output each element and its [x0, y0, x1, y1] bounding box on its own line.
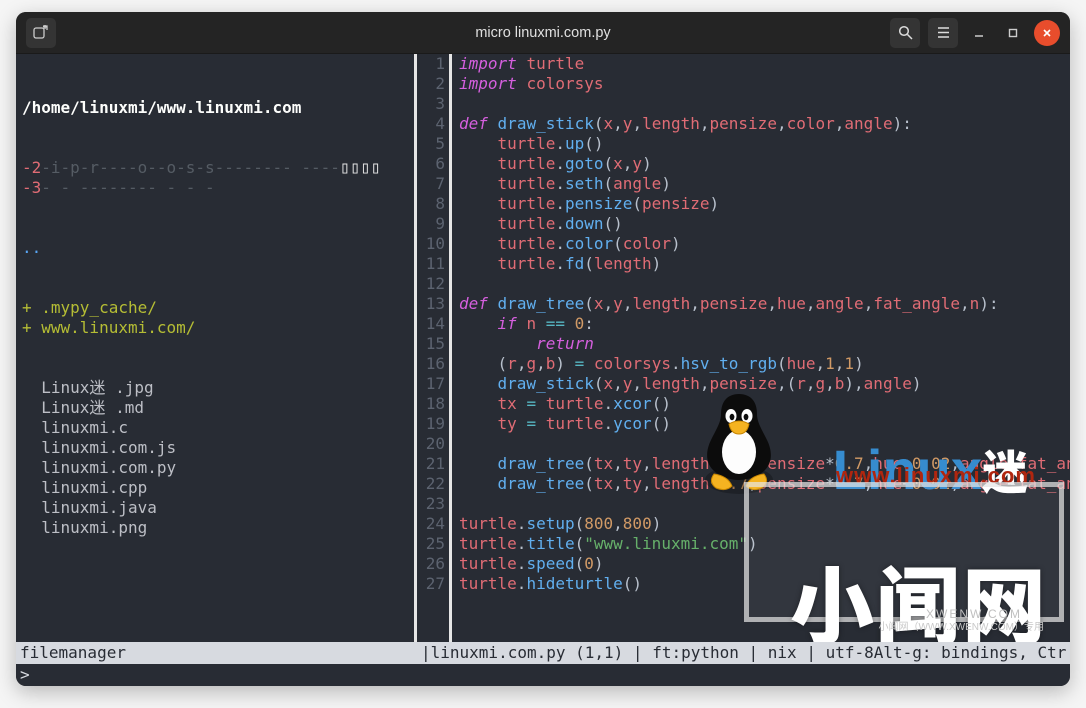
window-title: micro linuxmi.com.py: [216, 25, 870, 41]
status-left: filemanager: [16, 642, 411, 664]
line-number: 2: [421, 74, 445, 94]
line-number: 21: [421, 454, 445, 474]
line-number: 17: [421, 374, 445, 394]
fm-directory[interactable]: + www.linuxmi.com/: [22, 318, 405, 338]
code-line[interactable]: turtle.pensize(pensize): [459, 194, 1070, 214]
titlebar: micro linuxmi.com.py: [16, 12, 1070, 54]
line-number: 12: [421, 274, 445, 294]
code-line[interactable]: [459, 494, 1070, 514]
fm-file[interactable]: Linux迷 .jpg: [22, 378, 405, 398]
code-line[interactable]: if n == 0:: [459, 314, 1070, 334]
line-number: 23: [421, 494, 445, 514]
line-number: 14: [421, 314, 445, 334]
code-line[interactable]: import colorsys: [459, 74, 1070, 94]
line-number: 25: [421, 534, 445, 554]
code-line[interactable]: return: [459, 334, 1070, 354]
maximize-button[interactable]: [1000, 20, 1026, 46]
code-line[interactable]: turtle.fd(length): [459, 254, 1070, 274]
code-line[interactable]: draw_stick(x,y,length,pensize,(r,g,b),an…: [459, 374, 1070, 394]
line-number: 1: [421, 54, 445, 74]
search-icon: [898, 25, 913, 40]
line-number: 5: [421, 134, 445, 154]
code-pane[interactable]: 1234567891011121314151617181920212223242…: [421, 54, 1070, 642]
line-number: 22: [421, 474, 445, 494]
maximize-icon: [1007, 27, 1019, 39]
line-number: 15: [421, 334, 445, 354]
fm-file[interactable]: linuxmi.com.js: [22, 438, 405, 458]
code-line[interactable]: def draw_tree(x,y,length,pensize,hue,ang…: [459, 294, 1070, 314]
code-line[interactable]: turtle.title("www.linuxmi.com"): [459, 534, 1070, 554]
filemanager-pane[interactable]: /home/linuxmi/www.linuxmi.com -2-i-p-r--…: [16, 54, 411, 642]
line-number: 16: [421, 354, 445, 374]
code-line[interactable]: tx = turtle.xcor(): [459, 394, 1070, 414]
new-tab-button[interactable]: [26, 18, 56, 48]
line-number: 24: [421, 514, 445, 534]
code-line[interactable]: [459, 94, 1070, 114]
code-line[interactable]: import turtle: [459, 54, 1070, 74]
code-line[interactable]: def draw_stick(x,y,length,pensize,color,…: [459, 114, 1070, 134]
line-number: 8: [421, 194, 445, 214]
line-number: 18: [421, 394, 445, 414]
code-line[interactable]: turtle.goto(x,y): [459, 154, 1070, 174]
pane-divider[interactable]: [411, 54, 421, 642]
fm-directory[interactable]: + .mypy_cache/: [22, 298, 405, 318]
code-line[interactable]: turtle.seth(angle): [459, 174, 1070, 194]
editor-panes: /home/linuxmi/www.linuxmi.com -2-i-p-r--…: [16, 54, 1070, 642]
code-line[interactable]: turtle.setup(800,800): [459, 514, 1070, 534]
code-line[interactable]: turtle.color(color): [459, 234, 1070, 254]
status-right: |linuxmi.com.py (1,1) | ft:python | nix …: [421, 642, 1070, 664]
code-line[interactable]: turtle.up(): [459, 134, 1070, 154]
minimize-icon: [973, 27, 985, 39]
code-line[interactable]: ty = turtle.ycor(): [459, 414, 1070, 434]
line-number: 13: [421, 294, 445, 314]
search-button[interactable]: [890, 18, 920, 48]
code-area[interactable]: import turtleimport colorsys def draw_st…: [457, 54, 1070, 642]
fm-file[interactable]: linuxmi.cpp: [22, 478, 405, 498]
close-button[interactable]: [1034, 20, 1060, 46]
code-line[interactable]: [459, 274, 1070, 294]
line-number: 20: [421, 434, 445, 454]
line-number: 3: [421, 94, 445, 114]
fm-file[interactable]: linuxmi.c: [22, 418, 405, 438]
fm-file[interactable]: linuxmi.png: [22, 518, 405, 538]
fm-parent-dir[interactable]: ..: [22, 238, 405, 258]
gutter-separator: [447, 54, 457, 642]
line-number: 7: [421, 174, 445, 194]
line-number: 27: [421, 574, 445, 594]
line-number: 10: [421, 234, 445, 254]
line-number: 6: [421, 154, 445, 174]
command-prompt[interactable]: >: [16, 664, 1070, 686]
line-number: 19: [421, 414, 445, 434]
line-number-gutter: 1234567891011121314151617181920212223242…: [421, 54, 447, 642]
line-number: 26: [421, 554, 445, 574]
app-window: micro linuxmi.com.py /home/linuxmi/www.l…: [16, 12, 1070, 686]
code-line[interactable]: draw_tree(tx,ty,length*0.7,pensize*0.7,h…: [459, 474, 1070, 494]
code-line[interactable]: (r,g,b) = colorsys.hsv_to_rgb(hue,1,1): [459, 354, 1070, 374]
close-icon: [1041, 27, 1053, 39]
line-number: 4: [421, 114, 445, 134]
line-number: 9: [421, 214, 445, 234]
fm-file[interactable]: Linux迷 .md: [22, 398, 405, 418]
plus-tab-icon: [33, 25, 49, 41]
fm-dashrow: -2-i-p-r----o--o-s-s-------- ----▯▯▯▯: [22, 158, 405, 178]
fm-file[interactable]: linuxmi.java: [22, 498, 405, 518]
menu-button[interactable]: [928, 18, 958, 48]
code-line[interactable]: turtle.hideturtle(): [459, 574, 1070, 594]
code-line[interactable]: turtle.speed(0): [459, 554, 1070, 574]
fm-file[interactable]: linuxmi.com.py: [22, 458, 405, 478]
code-line[interactable]: turtle.down(): [459, 214, 1070, 234]
status-bar: filemanager |linuxmi.com.py (1,1) | ft:p…: [16, 642, 1070, 664]
hamburger-icon: [936, 25, 951, 40]
code-line[interactable]: draw_tree(tx,ty,length*0.7,pensize*0.7,h…: [459, 454, 1070, 474]
line-number: 11: [421, 254, 445, 274]
fm-path: /home/linuxmi/www.linuxmi.com: [22, 98, 405, 118]
minimize-button[interactable]: [966, 20, 992, 46]
code-line[interactable]: [459, 434, 1070, 454]
fm-dashrow: -3- - -------- - - -: [22, 178, 405, 198]
